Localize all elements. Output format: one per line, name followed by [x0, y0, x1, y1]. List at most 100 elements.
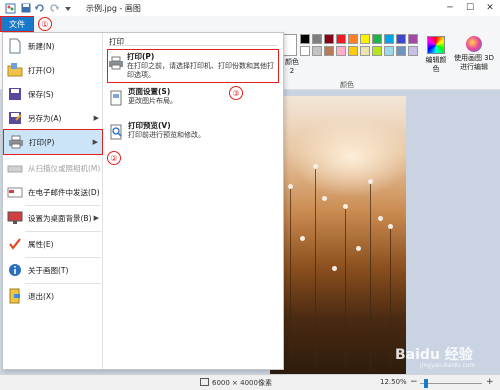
menu-item-desktop-background[interactable]: 设置为桌面背景(B) ▶ [3, 207, 103, 229]
menu-item-new[interactable]: 新建(N) [3, 35, 103, 57]
menu-item-properties[interactable]: 属性(E) [3, 233, 103, 255]
zoom-level: 12.50% [380, 378, 407, 386]
color-swatch[interactable] [396, 46, 406, 56]
color-2-selector[interactable] [283, 34, 297, 56]
dimensions-icon [200, 378, 209, 388]
open-folder-icon [5, 61, 25, 79]
paint-app-icon [4, 2, 16, 14]
menu-item-scanner[interactable]: 从扫描仪或照相机(M) [3, 157, 103, 179]
annotation-3: ③ [229, 86, 243, 100]
menu-item-label: 打印(P) [29, 137, 55, 147]
color-swatch[interactable] [324, 34, 334, 44]
zoom-slider[interactable] [420, 383, 482, 384]
menu-item-email[interactable]: 在电子邮件中发送(D) [3, 181, 103, 203]
menu-item-label: 新建(N) [28, 41, 55, 51]
status-bar: 6000 × 4000像素 12.50% − + [0, 374, 500, 390]
annotation-1: ① [38, 17, 52, 31]
exit-icon [5, 287, 25, 305]
watermark-logo: Baidu 经验 [395, 347, 473, 363]
menu-item-about[interactable]: 关于画图(T) [3, 259, 103, 281]
close-button[interactable]: ✕ [480, 0, 500, 16]
colors-group-label: 颜色 [340, 81, 354, 89]
color-swatch[interactable] [300, 46, 310, 56]
maximize-button[interactable]: ☐ [460, 0, 480, 16]
color-swatch[interactable] [312, 46, 322, 56]
print-submenu: 打印 打印(P) 在打印之前，请选择打印机、打印份数和其他打印选项。 页面设置(… [103, 33, 283, 369]
color-swatch[interactable] [312, 34, 322, 44]
print-preview-option-title: 打印预览(V) [128, 121, 171, 130]
info-icon [5, 261, 25, 279]
menu-item-save-as[interactable]: 另存为(A) ▶ [3, 107, 103, 129]
print-preview-option-desc: 打印前进行预览和修改。 [128, 131, 205, 139]
menu-item-print[interactable]: 打印(P) ▶ [3, 129, 103, 155]
color-swatch[interactable] [384, 34, 394, 44]
menu-item-open[interactable]: 打开(O) [3, 59, 103, 81]
paint3d-icon [466, 36, 482, 52]
color-swatch[interactable] [372, 34, 382, 44]
menu-item-label: 在电子邮件中发送(D) [28, 187, 100, 197]
window-title: 示例.jpg - 画图 [86, 4, 141, 13]
menu-item-label: 关于画图(T) [28, 265, 69, 275]
printer-icon [6, 133, 26, 151]
color-swatch[interactable] [300, 34, 310, 44]
save-icon [5, 85, 25, 103]
file-tab[interactable]: 文件 [0, 16, 34, 32]
paint3d-label: 使用画图 3D 进行编辑 [453, 54, 495, 71]
color-swatch[interactable] [336, 34, 346, 44]
menu-item-label: 退出(X) [28, 291, 54, 301]
menu-item-label: 保存(S) [28, 89, 54, 99]
image-canvas[interactable] [270, 96, 406, 374]
color-swatch[interactable] [360, 46, 370, 56]
menu-item-label: 属性(E) [28, 239, 54, 249]
page-setup-option-desc: 更改图片布局。 [128, 97, 177, 105]
annotation-2: ② [107, 151, 121, 165]
properties-check-icon [5, 235, 25, 253]
quick-save-icon[interactable] [20, 2, 32, 14]
submenu-arrow-icon: ▶ [93, 114, 99, 122]
image-dimensions: 6000 × 4000像素 [212, 379, 272, 387]
submenu-arrow-icon: ▶ [92, 138, 98, 146]
customize-qat-icon[interactable] [62, 2, 74, 14]
page-setup-option-title: 页面设置(S) [128, 87, 171, 96]
color-swatch[interactable] [360, 34, 370, 44]
menu-item-label: 另存为(A) [28, 113, 62, 123]
redo-icon[interactable] [48, 2, 60, 14]
menu-item-label: 从扫描仪或照相机(M) [28, 163, 101, 173]
file-menu-commands: 新建(N) 打开(O) 保存(S) 另存为(A) ▶ 打印(P) ▶ 从扫描仪或… [3, 33, 103, 369]
edit-colors-button[interactable]: 编辑颜色 [424, 36, 448, 74]
desktop-background-icon [5, 209, 25, 227]
zoom-out-button[interactable]: − [410, 377, 418, 387]
color-swatch[interactable] [396, 34, 406, 44]
print-option[interactable]: 打印(P) 在打印之前，请选择打印机、打印份数和其他打印选项。 [107, 49, 279, 83]
color-swatch[interactable] [324, 46, 334, 56]
edit-colors-label: 编辑颜色 [425, 56, 447, 73]
page-setup-icon [107, 89, 125, 107]
email-icon [5, 183, 25, 201]
new-file-icon [5, 37, 25, 55]
color-swatch[interactable] [408, 34, 418, 44]
color-2-label: 颜色 2 [285, 58, 299, 75]
menu-item-save[interactable]: 保存(S) [3, 83, 103, 105]
menu-item-exit[interactable]: 退出(X) [3, 285, 103, 307]
menu-item-label: 设置为桌面背景(B) [28, 213, 92, 223]
print-option-title: 打印(P) [127, 52, 155, 61]
zoom-slider-thumb[interactable] [424, 379, 428, 388]
watermark-url: jingyan.baidu.com [420, 362, 476, 369]
color-swatch[interactable] [348, 34, 358, 44]
print-preview-option[interactable]: 打印预览(V) 打印前进行预览和修改。 [107, 121, 279, 141]
save-as-icon [5, 109, 25, 127]
file-menu: 新建(N) 打开(O) 保存(S) 另存为(A) ▶ 打印(P) ▶ 从扫描仪或… [2, 32, 284, 370]
color-swatch[interactable] [336, 46, 346, 56]
title-bar: 示例.jpg - 画图 ─ ☐ ✕ [0, 0, 500, 16]
color-swatch[interactable] [348, 46, 358, 56]
edit-with-paint3d-button[interactable]: 使用画图 3D 进行编辑 [452, 36, 496, 72]
page-setup-option[interactable]: 页面设置(S) 更改图片布局。 [107, 87, 279, 107]
color-swatch[interactable] [384, 46, 394, 56]
zoom-in-button[interactable]: + [486, 377, 494, 387]
color-swatch[interactable] [408, 46, 418, 56]
color-swatch[interactable] [372, 46, 382, 56]
undo-icon[interactable] [34, 2, 46, 14]
scanner-icon [5, 159, 25, 177]
minimize-button[interactable]: ─ [440, 0, 460, 16]
submenu-arrow-icon: ▶ [93, 214, 99, 222]
